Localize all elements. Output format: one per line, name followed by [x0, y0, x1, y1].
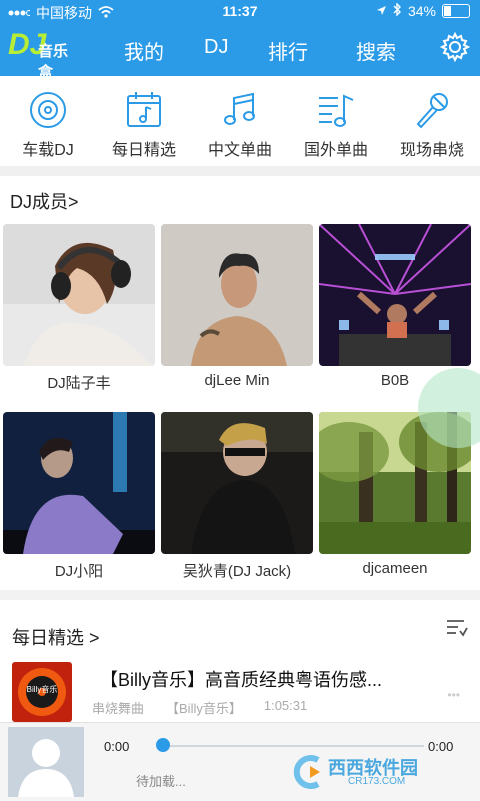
gear-icon[interactable] — [439, 31, 471, 63]
dj-member-card[interactable]: 吴狄青(DJ Jack) — [161, 412, 313, 581]
dj-photo — [3, 224, 155, 366]
category-label: 现场串烧 — [399, 142, 464, 159]
bluetooth-icon — [393, 2, 402, 19]
sort-list-icon[interactable] — [446, 618, 468, 643]
microphone-icon — [384, 90, 480, 130]
track-duration: 1:05:31 — [263, 698, 308, 713]
loading-status: 待加载... — [136, 774, 186, 789]
category-live-medley[interactable]: 现场串烧 — [384, 90, 480, 160]
category-foreign-singles[interactable]: 国外单曲 — [288, 90, 384, 160]
dj-name: 吴狄青(DJ Jack) — [182, 563, 292, 580]
top-nav: DJ 音乐盒 我的 DJ 排行 搜索 — [0, 24, 480, 81]
section-divider — [0, 590, 480, 600]
dj-name: djcameen — [362, 560, 428, 577]
dj-member-card[interactable]: DJ陆子丰 — [3, 224, 155, 393]
app-logo[interactable]: DJ 音乐盒 — [8, 28, 82, 81]
dj-photo — [161, 412, 313, 554]
dj-name: DJ陆子丰 — [47, 375, 111, 392]
category-daily-picks[interactable]: 每日精选 — [96, 90, 192, 160]
list-item[interactable]: Billy音乐 【Billy音乐】高音质经典粤语伤感... 串烧舞曲 【Bill… — [0, 660, 480, 724]
playlist-icon — [288, 90, 384, 130]
dj-name: djLee Min — [204, 372, 270, 389]
dj-photo — [319, 224, 471, 366]
dj-photo — [3, 412, 155, 554]
category-label: 国外单曲 — [303, 142, 368, 159]
category-label: 每日精选 — [111, 142, 176, 159]
nav-tab-ranking[interactable]: 排行 — [268, 36, 308, 65]
dj-members-title[interactable]: DJ成员> — [10, 188, 79, 214]
nav-tab-mine[interactable]: 我的 — [124, 36, 164, 65]
watermark-url: CR173.COM — [348, 776, 406, 787]
progress-track[interactable] — [160, 745, 424, 747]
progress-slider-handle[interactable] — [156, 738, 170, 752]
daily-picks-title[interactable]: 每日精选 > — [12, 624, 100, 650]
more-options-icon[interactable]: ••• — [447, 688, 460, 702]
category-chinese-singles[interactable]: 中文单曲 — [192, 90, 288, 160]
disc-icon — [0, 90, 96, 130]
track-artist: 【Billy音乐】 — [166, 701, 242, 716]
dj-name: DJ小阳 — [54, 563, 104, 580]
nav-tab-dj[interactable]: DJ — [204, 36, 228, 59]
dj-member-card[interactable]: DJ小阳 — [3, 412, 155, 581]
nav-tab-search[interactable]: 搜索 — [356, 36, 396, 65]
dj-member-card[interactable]: B0B — [319, 224, 471, 389]
location-icon — [376, 3, 387, 19]
category-car-dj[interactable]: 车载DJ — [0, 90, 96, 160]
music-note-icon — [192, 90, 288, 130]
dj-member-card[interactable]: djLee Min — [161, 224, 313, 389]
album-thumbnail: Billy音乐 — [12, 662, 72, 722]
section-divider — [0, 166, 480, 176]
avatar[interactable] — [8, 727, 84, 797]
track-genre: 串烧舞曲 — [92, 701, 145, 716]
calendar-music-icon — [96, 90, 192, 130]
battery-icon — [442, 4, 470, 18]
category-label: 车载DJ — [22, 142, 74, 159]
battery-percent: 34% — [407, 3, 436, 19]
current-time: 0:00 — [104, 739, 130, 754]
thumb-label: Billy音乐 — [26, 685, 58, 694]
watermark-logo-icon — [293, 755, 320, 789]
track-title: 【Billy音乐】高音质经典粤语伤感... — [100, 670, 383, 690]
category-label: 中文单曲 — [207, 142, 272, 159]
dj-photo — [161, 224, 313, 366]
category-bar: 车载DJ 每日精选 中文单曲 国外单曲 现场串烧 — [0, 76, 480, 166]
site-watermark: 西西软件园 CR173.COM — [288, 752, 462, 792]
status-bar: 中国移动 11:37 34% — [0, 0, 480, 24]
